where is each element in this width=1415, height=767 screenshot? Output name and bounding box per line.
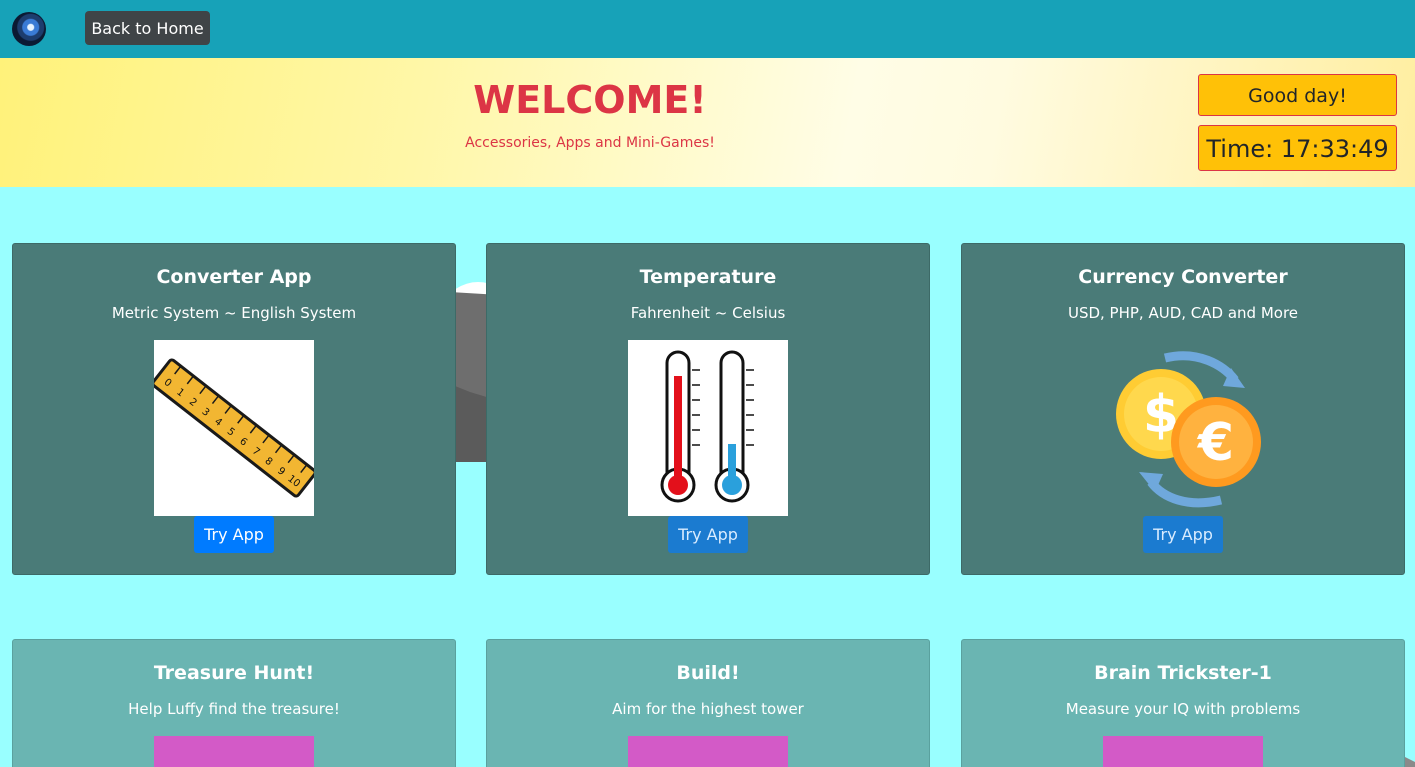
clock-badge: Time: 17:33:49 bbox=[1198, 125, 1397, 171]
card-title: Build! bbox=[676, 662, 740, 684]
card-subtitle: USD, PHP, AUD, CAD and More bbox=[1067, 304, 1299, 322]
greeting-badge: Good day! bbox=[1198, 74, 1397, 116]
svg-text:€: € bbox=[1197, 413, 1234, 473]
card-title: Brain Trickster-1 bbox=[1094, 662, 1272, 684]
globe-logo-icon[interactable] bbox=[12, 12, 46, 46]
game-thumbnail[interactable] bbox=[1103, 736, 1263, 767]
try-app-button[interactable]: Try App bbox=[194, 516, 274, 553]
card-title: Temperature bbox=[639, 266, 777, 288]
game-thumbnail[interactable] bbox=[628, 736, 788, 767]
card-treasure-hunt: Treasure Hunt! Help Luffy find the treas… bbox=[12, 639, 456, 767]
card-subtitle: Aim for the highest tower bbox=[612, 700, 804, 718]
ruler-icon: 0 1 2 3 4 5 6 7 8 9 10 bbox=[151, 340, 317, 516]
card-subtitle: Metric System ~ English System bbox=[111, 304, 357, 322]
try-app-button[interactable]: Try App bbox=[1143, 516, 1223, 553]
card-title: Converter App bbox=[156, 266, 312, 288]
card-subtitle: Fahrenheit ~ Celsius bbox=[630, 304, 786, 322]
try-app-button[interactable]: Try App bbox=[668, 516, 748, 553]
page-title: WELCOME! bbox=[473, 78, 707, 122]
thermometer-icon bbox=[628, 340, 788, 516]
card-converter-app: Converter App Metric System ~ English Sy… bbox=[12, 243, 456, 575]
card-brain-trickster: Brain Trickster-1 Measure your IQ with p… bbox=[961, 639, 1405, 767]
game-thumbnail[interactable] bbox=[154, 736, 314, 767]
card-title: Currency Converter bbox=[1078, 266, 1288, 288]
card-subtitle: Measure your IQ with problems bbox=[1065, 700, 1301, 718]
card-temperature: Temperature Fahrenheit ~ Celsius Try App bbox=[486, 243, 930, 575]
card-subtitle: Help Luffy find the treasure! bbox=[128, 700, 340, 718]
card-currency-converter: Currency Converter USD, PHP, AUD, CAD an… bbox=[961, 243, 1405, 575]
currency-exchange-icon: $ € bbox=[1103, 340, 1263, 516]
navbar: Back to Home bbox=[0, 0, 1415, 58]
hero-banner: WELCOME! Accessories, Apps and Mini-Game… bbox=[0, 58, 1415, 187]
page-tagline: Accessories, Apps and Mini-Games! bbox=[465, 135, 715, 151]
back-to-home-button[interactable]: Back to Home bbox=[85, 11, 210, 45]
card-title: Treasure Hunt! bbox=[153, 662, 315, 684]
card-build: Build! Aim for the highest tower bbox=[486, 639, 930, 767]
